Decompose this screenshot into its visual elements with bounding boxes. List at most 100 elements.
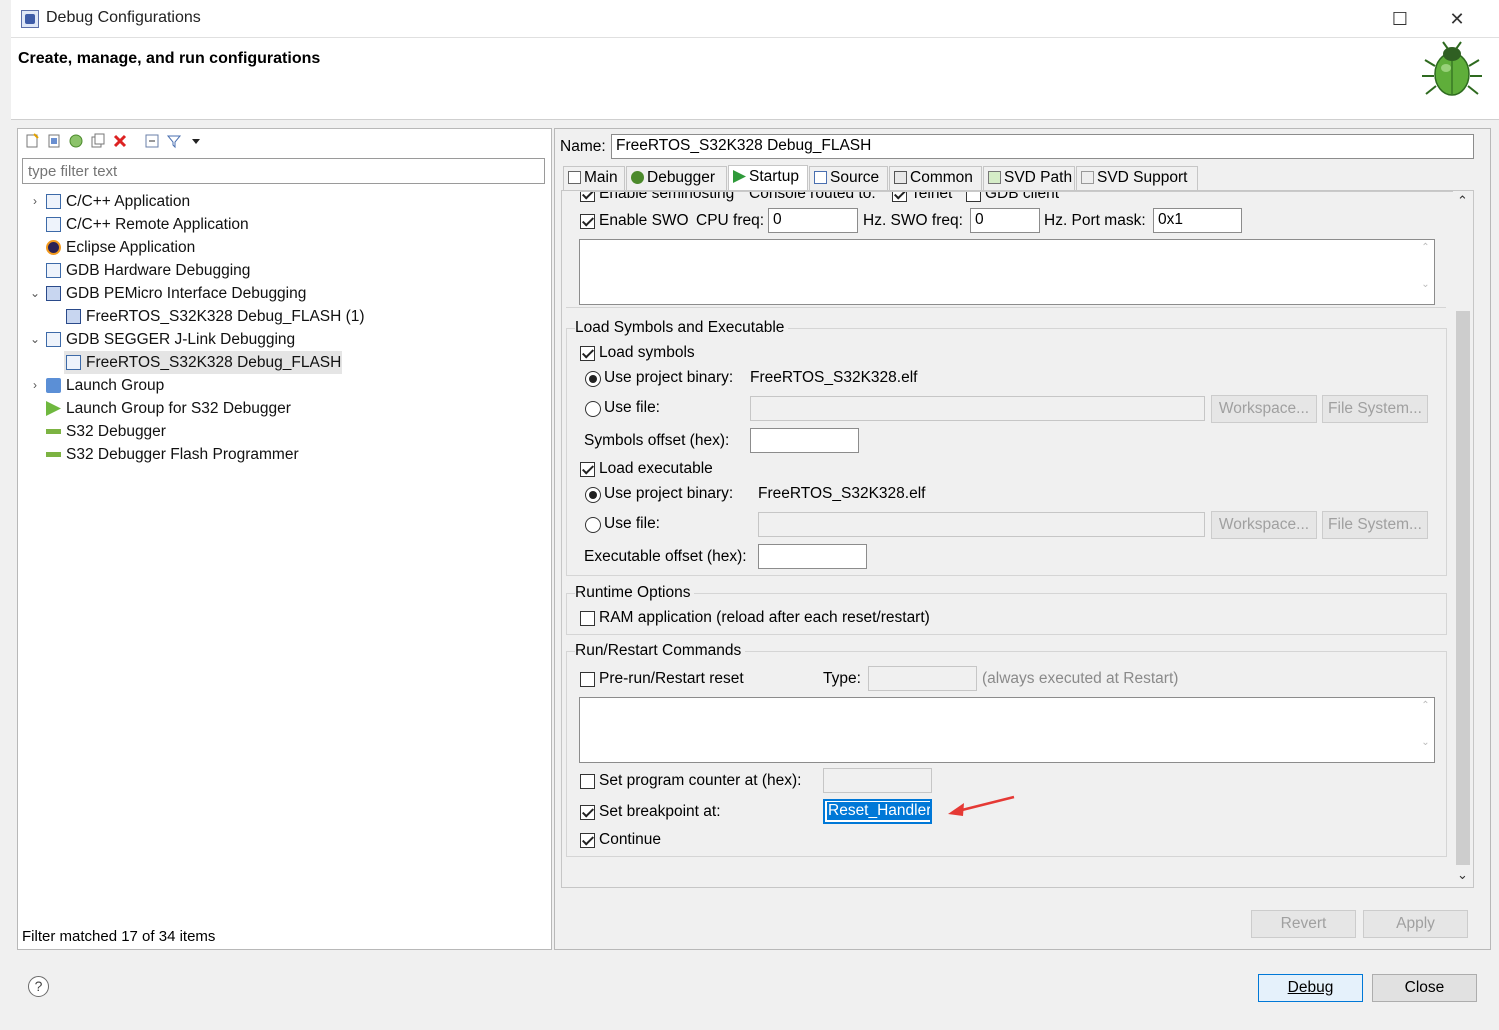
runtime-options-group-title: Runtime Options — [575, 584, 695, 602]
symbols-offset-label: Symbols offset (hex): — [584, 432, 730, 449]
run-commands-textarea[interactable]: ⌃ ⌄ — [579, 697, 1435, 763]
symbols-file-input[interactable] — [750, 396, 1205, 421]
apply-button[interactable]: Apply — [1363, 910, 1468, 938]
scroll-down-icon[interactable]: ⌄ — [1457, 867, 1468, 883]
tree-item-launch-group[interactable]: › Launch Group — [28, 374, 538, 397]
tree-item-gdb-pemicro[interactable]: ⌄ GDB PEMicro Interface Debugging — [28, 282, 538, 305]
tab-svd-support[interactable]: SVD Support — [1076, 166, 1198, 190]
filter-status: Filter matched 17 of 34 items — [22, 928, 216, 945]
delete-configuration-icon[interactable] — [112, 133, 128, 149]
duplicate-configuration-icon[interactable] — [90, 133, 106, 149]
exec-file-system-button[interactable]: File System... — [1322, 511, 1428, 539]
tab-main[interactable]: Main — [563, 166, 625, 190]
pre-run-reset-label: Pre-run/Restart reset — [599, 670, 744, 687]
revert-button[interactable]: Revert — [1251, 910, 1356, 938]
load-symbols-group-title: Load Symbols and Executable — [575, 319, 789, 337]
content-scrollbar[interactable]: ⌃ ⌄ — [1453, 191, 1473, 887]
symbols-offset-input[interactable] — [750, 428, 859, 453]
always-executed-note: (always executed at Restart) — [982, 670, 1179, 687]
breakpoint-value-selected: Reset_Handler — [827, 802, 932, 820]
chevron-down-icon[interactable]: ⌄ — [28, 328, 42, 351]
symbols-file-system-button[interactable]: File System... — [1322, 395, 1428, 423]
tree-item-launch-group-s32[interactable]: Launch Group for S32 Debugger — [28, 397, 538, 420]
symbols-use-project-binary-label: Use project binary: — [604, 369, 734, 386]
textarea-scrollbar[interactable]: ⌃ ⌄ — [1417, 698, 1434, 762]
enable-swo-checkbox[interactable] — [580, 214, 595, 229]
filter-input[interactable] — [22, 158, 545, 184]
exec-offset-input[interactable] — [758, 544, 867, 569]
exec-use-file-radio[interactable] — [585, 517, 601, 533]
set-pc-input[interactable] — [823, 768, 932, 793]
exec-project-binary-value: FreeRTOS_S32K328.elf — [758, 485, 926, 502]
chevron-right-icon[interactable]: › — [28, 374, 42, 397]
load-executable-label: Load executable — [599, 460, 713, 477]
breakpoint-input[interactable]: Reset_Handler — [823, 799, 932, 824]
set-breakpoint-checkbox[interactable] — [580, 805, 595, 820]
tree-item-s32-debugger[interactable]: S32 Debugger — [28, 420, 538, 443]
pemicro-icon — [46, 286, 61, 301]
tab-source[interactable]: Source — [809, 166, 888, 190]
name-label: Name: — [560, 138, 606, 155]
cpu-freq-input[interactable]: 0 — [768, 208, 858, 233]
maximize-icon[interactable]: ☐ — [1377, 0, 1423, 38]
exec-use-project-binary-label: Use project binary: — [604, 485, 734, 502]
scroll-up-icon[interactable]: ⌃ — [1457, 193, 1468, 209]
exec-use-project-binary-radio[interactable] — [585, 487, 601, 503]
debug-button[interactable]: Debug — [1258, 974, 1363, 1002]
c-config-icon — [46, 332, 61, 347]
reset-type-label: Type: — [823, 670, 861, 687]
help-icon[interactable]: ? — [28, 976, 49, 997]
set-pc-checkbox[interactable] — [580, 774, 595, 789]
view-menu-chevron-down-icon[interactable] — [188, 133, 204, 149]
tree-item-s32-flash-programmer[interactable]: S32 Debugger Flash Programmer — [28, 443, 538, 466]
port-mask-input[interactable]: 0x1 — [1153, 208, 1242, 233]
chevron-down-icon[interactable]: ⌄ — [28, 282, 42, 305]
textarea-scrollbar[interactable]: ⌃ ⌄ — [1417, 240, 1434, 304]
load-executable-checkbox[interactable] — [580, 462, 595, 477]
close-button[interactable]: Close — [1372, 974, 1477, 1002]
filter-icon[interactable] — [166, 133, 182, 149]
startup-tab-content: Enable semihosting Console routed to: Te… — [561, 190, 1474, 888]
startup-tab-icon — [733, 170, 746, 183]
eclipse-icon — [46, 240, 61, 255]
new-prototype-icon[interactable] — [46, 133, 62, 149]
app-icon — [21, 10, 39, 28]
common-tab-icon — [894, 171, 907, 184]
c-config-icon — [46, 263, 61, 278]
tree-item-gdb-hardware-debugging[interactable]: GDB Hardware Debugging — [28, 259, 538, 282]
load-symbols-checkbox[interactable] — [580, 346, 595, 361]
collapse-all-icon[interactable] — [144, 133, 160, 149]
tree-item-gdb-segger-jlink[interactable]: ⌄ GDB SEGGER J-Link Debugging — [28, 328, 538, 351]
exec-file-input[interactable] — [758, 512, 1205, 537]
tab-debugger[interactable]: Debugger — [626, 166, 727, 190]
tree-item-pemicro-flash-config[interactable]: FreeRTOS_S32K328 Debug_FLASH (1) — [28, 305, 538, 328]
source-tab-icon — [814, 171, 827, 184]
tree-item-cpp-application[interactable]: › C/C++ Application — [28, 190, 538, 213]
name-input[interactable]: FreeRTOS_S32K328 Debug_FLASH — [611, 134, 1474, 159]
launch-icon — [46, 401, 61, 416]
exec-offset-label: Executable offset (hex): — [584, 548, 747, 565]
symbols-use-project-binary-radio[interactable] — [585, 371, 601, 387]
tab-svd-path[interactable]: SVD Path — [983, 166, 1075, 190]
exec-workspace-button[interactable]: Workspace... — [1211, 511, 1317, 539]
init-commands-textarea[interactable]: ⌃ ⌄ — [579, 239, 1435, 305]
continue-checkbox[interactable] — [580, 833, 595, 848]
new-configuration-icon[interactable] — [24, 133, 40, 149]
swo-freq-input[interactable]: 0 — [970, 208, 1040, 233]
export-configuration-icon[interactable] — [68, 133, 84, 149]
ram-application-checkbox[interactable] — [580, 611, 595, 626]
tree-item-cpp-remote-application[interactable]: C/C++ Remote Application — [28, 213, 538, 236]
reset-type-input[interactable] — [868, 666, 977, 691]
tree-item-jlink-flash-config-selected[interactable]: FreeRTOS_S32K328 Debug_FLASH — [64, 351, 342, 374]
tab-startup[interactable]: Startup — [728, 165, 808, 191]
symbols-workspace-button[interactable]: Workspace... — [1211, 395, 1317, 423]
pre-run-reset-checkbox[interactable] — [580, 672, 595, 687]
scrollbar-thumb[interactable] — [1456, 311, 1470, 865]
bug-icon — [1422, 41, 1482, 96]
chevron-right-icon[interactable]: › — [28, 190, 42, 213]
close-window-icon[interactable]: ✕ — [1434, 0, 1480, 38]
tab-common[interactable]: Common — [889, 166, 982, 190]
enable-swo-label: Enable SWO — [599, 212, 689, 229]
tree-item-eclipse-application[interactable]: Eclipse Application — [28, 236, 538, 259]
symbols-use-file-radio[interactable] — [585, 401, 601, 417]
